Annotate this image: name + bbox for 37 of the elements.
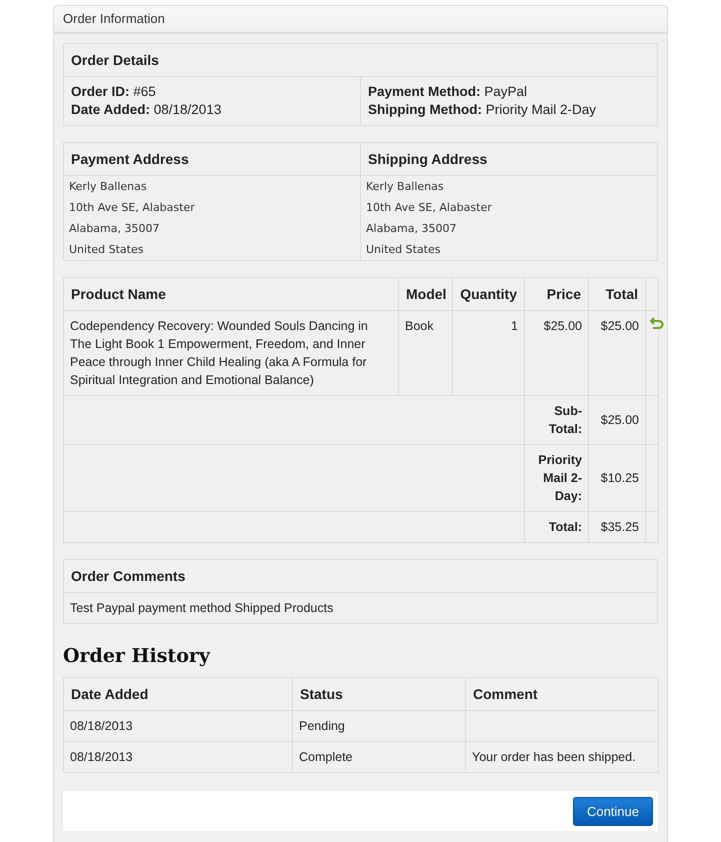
table-cell: 08/18/2013: [64, 742, 292, 772]
table-header: Order Comments: [64, 560, 658, 592]
table-cell: 1: [452, 310, 524, 396]
total-value: $35.25: [588, 512, 646, 542]
table-cell: Pending: [292, 710, 466, 742]
table-cell: $25.00: [588, 310, 646, 396]
column-header: Status: [292, 678, 466, 710]
column-header: Quantity: [452, 278, 524, 310]
column-header: Date Added: [64, 678, 292, 710]
total-value: $25.00: [588, 396, 646, 444]
table-cell: Codependency Recovery: Wounded Souls Dancing in The Light Book 1 Empowerment, Freedom, and Inner Peace through Inner Child Healing (aka A Formula for Spiritual Integration and Emotional Balance): [64, 310, 398, 396]
table-cell: 08/18/2013: [64, 710, 292, 742]
continue-button[interactable]: Continue: [572, 796, 653, 826]
return-arrow-icon[interactable]: [650, 317, 664, 329]
comment-text: Test Paypal payment method Shipped Products: [64, 592, 658, 624]
column-header: Total: [588, 278, 646, 310]
panel-title: Order Information: [54, 6, 667, 34]
column-header: Model: [398, 278, 452, 310]
total-label: Total:: [524, 512, 588, 542]
table-cell: Complete: [292, 742, 466, 772]
table-cell: Order ID: #65 Date Added: 08/18/2013: [64, 76, 360, 126]
table-cell: Payment Method: PayPal Shipping Method: Priority Mail 2-Day: [360, 76, 658, 126]
section-title: Order History: [63, 645, 212, 667]
total-label: Sub-Total:: [524, 396, 588, 444]
column-header: Product Name: [64, 278, 398, 310]
column-header: Comment: [466, 678, 658, 710]
table-cell: Book: [398, 310, 452, 396]
total-label: Priority Mail 2-Day:: [524, 444, 588, 512]
table-cell: $25.00: [524, 310, 588, 396]
column-header: Price: [524, 278, 588, 310]
table-cell: Kerly Ballenas 10th Ave SE, Alabaster Alabama, 35007 United States: [64, 176, 360, 260]
table-cell: Kerly Ballenas 10th Ave SE, Alabaster Alabama, 35007 United States: [360, 176, 658, 260]
total-value: $10.25: [588, 444, 646, 512]
table-header: Order Details: [64, 44, 658, 76]
table-header: Payment Address: [64, 142, 360, 176]
table-header: Shipping Address: [360, 142, 658, 176]
table-cell: Your order has been shipped.: [466, 742, 658, 772]
